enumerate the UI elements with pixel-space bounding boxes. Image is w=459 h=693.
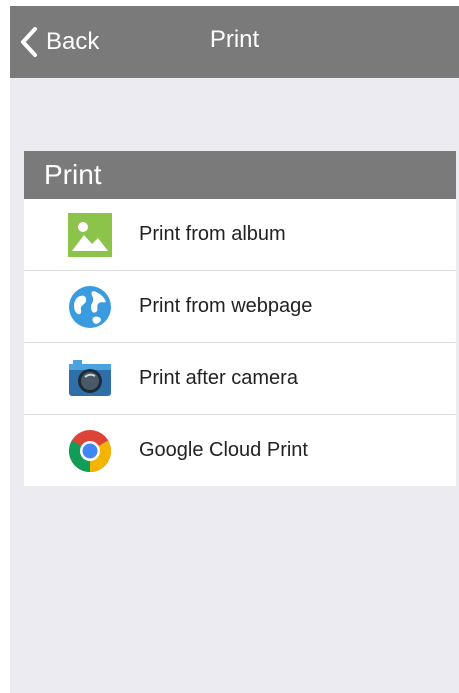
page-title: Print [209,26,260,53]
list-item-label: Print from album [139,223,286,245]
google-cloud-print-item[interactable]: Google Cloud Print [24,414,456,486]
navigation-bar: Back Print [10,6,459,78]
print-from-album-item[interactable]: Print from album [24,199,456,270]
print-options-list: Print from album Print from webpage Prin… [24,199,456,486]
print-from-webpage-item[interactable]: Print from webpage [24,270,456,342]
print-after-camera-item[interactable]: Print after camera [24,342,456,414]
album-icon [68,212,112,257]
list-item-label: Print from webpage [139,295,313,317]
list-item-label: Print after camera [139,367,298,389]
screen: Back Print Print Print from album Print … [10,6,459,693]
camera-icon [68,357,112,401]
section-header: Print [24,151,456,199]
list-item-label: Google Cloud Print [139,439,308,461]
chrome-icon [68,429,112,473]
print-section: Print Print from album Print from webpag… [24,151,456,486]
globe-icon [68,285,112,329]
